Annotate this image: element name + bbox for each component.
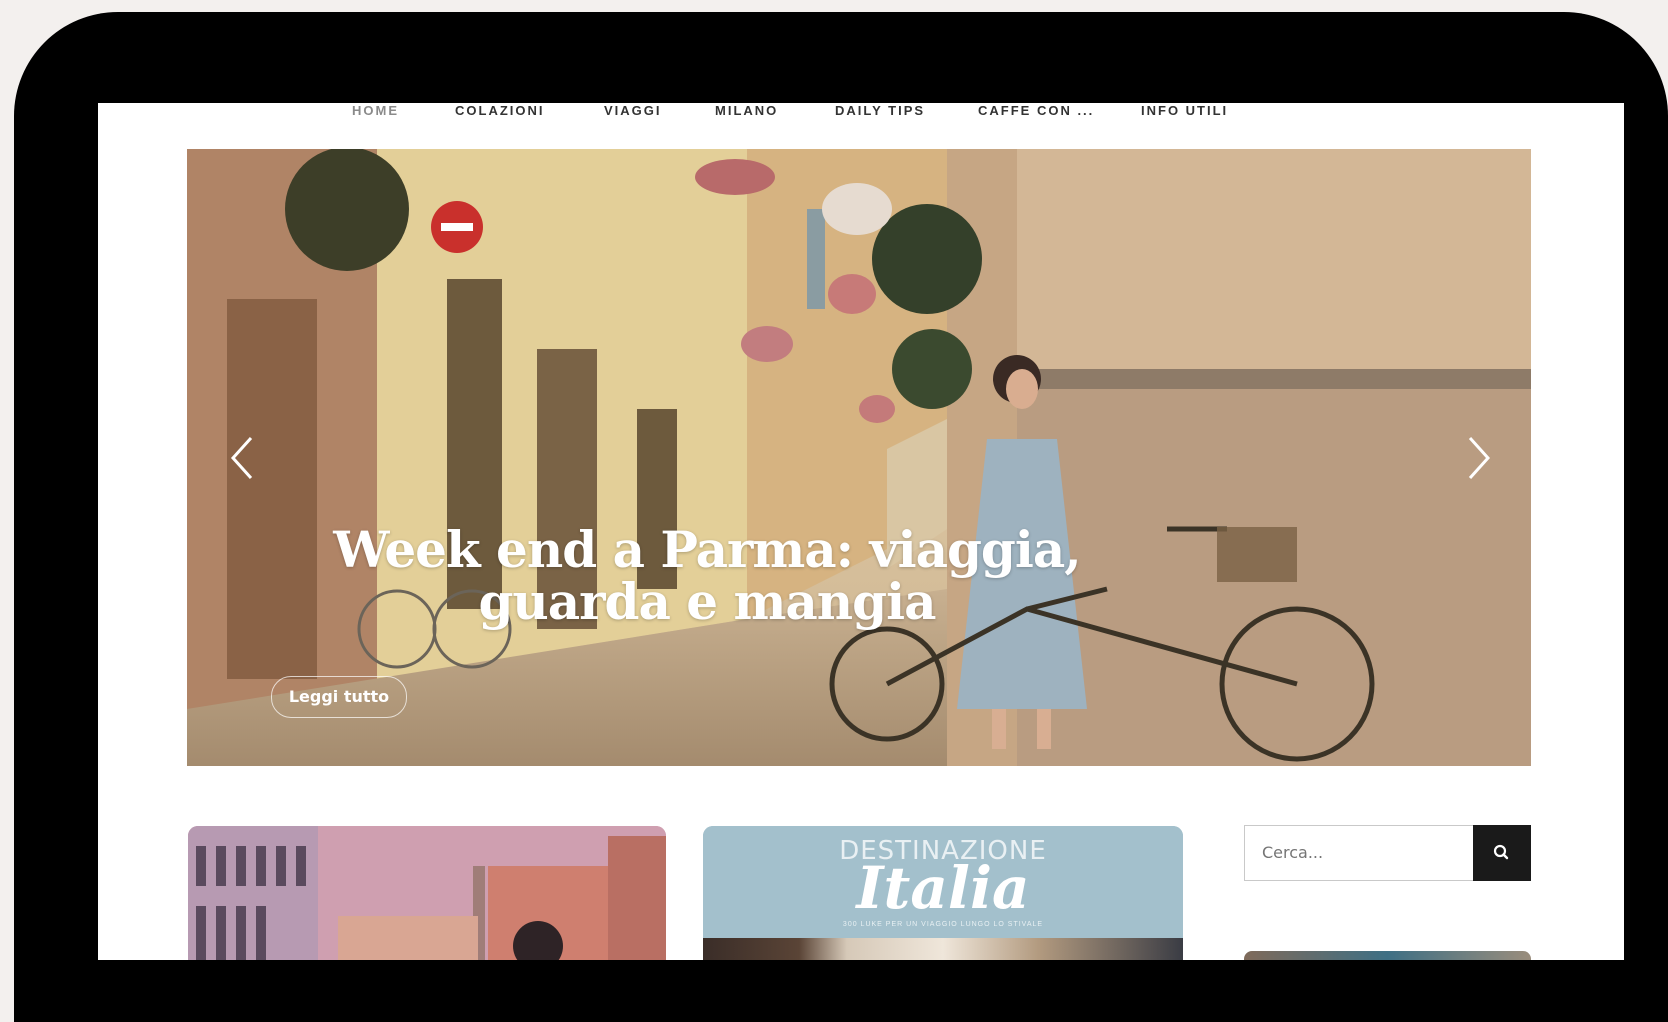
search-button[interactable] bbox=[1473, 825, 1531, 881]
nav-item-viaggi[interactable]: VIAGGI bbox=[604, 103, 662, 119]
hero-image bbox=[187, 149, 1531, 766]
search-icon bbox=[1493, 844, 1509, 860]
nav-item-caffe-con[interactable]: CAFFE CON ... bbox=[978, 103, 1094, 119]
browser-viewport: HOME COLAZIONI VIAGGI MILANO DAILY TIPS … bbox=[98, 103, 1624, 960]
device-frame: HOME COLAZIONI VIAGGI MILANO DAILY TIPS … bbox=[14, 12, 1668, 1022]
chevron-right-icon[interactable] bbox=[1464, 434, 1494, 482]
hero-slider: Week end a Parma: viaggia, guarda e mang… bbox=[187, 149, 1531, 766]
search-field[interactable] bbox=[1244, 825, 1474, 881]
nav-item-colazioni[interactable]: COLAZIONI bbox=[455, 103, 545, 119]
hero-title-line-2: guarda e mangia bbox=[478, 572, 936, 631]
search-input[interactable] bbox=[1262, 826, 1462, 880]
read-more-button[interactable]: Leggi tutto bbox=[271, 676, 407, 718]
nav-item-milano[interactable]: MILANO bbox=[715, 103, 778, 119]
venice-thumbnail bbox=[188, 826, 666, 960]
nav-item-info-utili[interactable]: INFO UTILI bbox=[1141, 103, 1228, 119]
italia-photo-strip bbox=[703, 938, 1183, 960]
post-card-venice[interactable] bbox=[188, 826, 666, 960]
italia-banner-subtitle: 300 LUKE PER UN VIAGGIO LUNGO LO STIVALE bbox=[842, 921, 1044, 928]
italia-banner-title: Italia bbox=[856, 854, 1030, 922]
main-nav: HOME COLAZIONI VIAGGI MILANO DAILY TIPS … bbox=[98, 103, 1624, 125]
hero-title[interactable]: Week end a Parma: viaggia, guarda e mang… bbox=[307, 524, 1107, 628]
post-card-destinazione-italia[interactable]: DESTINAZIONE Italia 300 LUKE PER UN VIAG… bbox=[703, 826, 1183, 960]
sidebar-thumbnail[interactable] bbox=[1244, 951, 1531, 960]
italia-banner: DESTINAZIONE Italia 300 LUKE PER UN VIAG… bbox=[703, 826, 1183, 938]
nav-item-daily-tips[interactable]: DAILY TIPS bbox=[835, 103, 925, 119]
nav-item-home[interactable]: HOME bbox=[352, 103, 399, 119]
hero-title-line-1: Week end a Parma: viaggia, bbox=[333, 520, 1081, 579]
chevron-left-icon[interactable] bbox=[227, 434, 257, 482]
